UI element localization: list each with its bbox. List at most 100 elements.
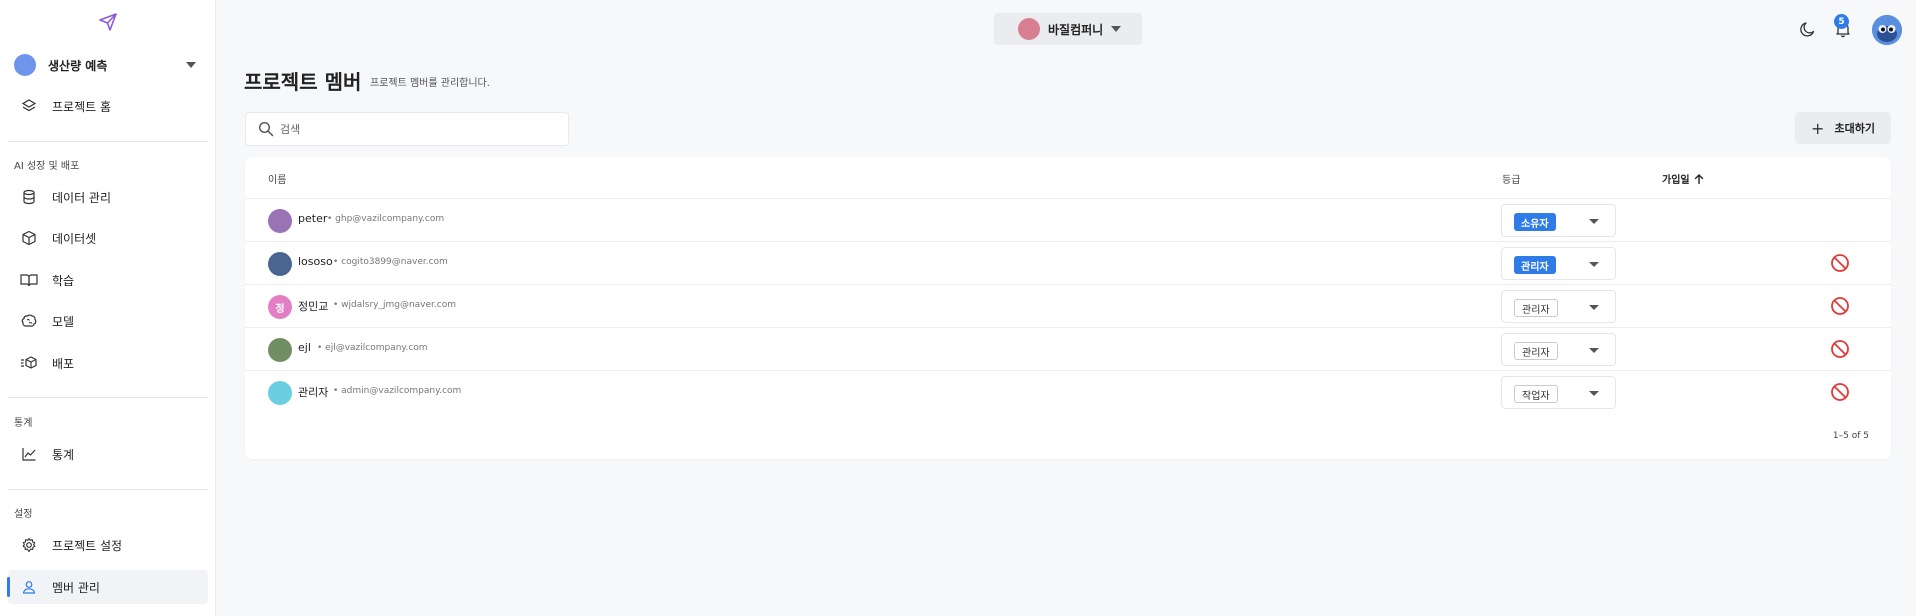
member-email-text: wjdalsry_jmg@naver.com <box>341 300 456 310</box>
company-name: 바질컴퍼니 <box>1048 22 1104 37</box>
active-indicator <box>7 577 10 597</box>
table-row: 관리자 • admin@vazilcompany.com 작업자 <box>245 370 1891 413</box>
member-avatar <box>268 381 292 405</box>
arrow-up-icon <box>1694 173 1703 184</box>
member-name: lososo <box>298 255 333 268</box>
chevron-down-icon <box>1589 219 1599 224</box>
sidebar-item-label: 통계 <box>52 447 75 462</box>
pagination-info: 1–5 of 5 <box>1832 431 1869 441</box>
search-input[interactable] <box>280 122 540 136</box>
database-icon <box>20 188 38 206</box>
role-chip: 소유자 <box>1514 213 1556 231</box>
notification-badge: 5 <box>1834 14 1849 29</box>
member-avatar <box>268 252 292 276</box>
member-email-text: admin@vazilcompany.com <box>341 386 462 396</box>
separator-dot: • <box>327 214 336 224</box>
member-name: peter <box>298 212 328 225</box>
search-box[interactable] <box>245 112 569 146</box>
role-select[interactable]: 작업자 <box>1501 376 1616 409</box>
user-avatar[interactable] <box>1872 15 1902 45</box>
member-email-text: ejl@vazilcompany.com <box>325 343 428 353</box>
chevron-down-icon <box>1589 348 1599 353</box>
sidebar-item-label: 멤버 관리 <box>52 580 100 595</box>
member-email: • cogito3899@naver.com <box>333 257 448 267</box>
table-row: lososo • cogito3899@naver.com 관리자 <box>245 241 1891 284</box>
sidebar-item-project-home[interactable]: 프로젝트 홈 <box>8 89 208 123</box>
member-email: • ejl@vazilcompany.com <box>317 343 428 353</box>
sidebar-item-label: 배포 <box>52 356 75 371</box>
chevron-down-icon <box>1589 262 1599 267</box>
search-icon <box>258 121 274 137</box>
column-header-joined[interactable]: 가입일 <box>1662 171 1705 186</box>
sidebar-item-project-settings[interactable]: 프로젝트 설정 <box>8 528 208 562</box>
block-remove-icon[interactable] <box>1830 296 1850 316</box>
page-title: 프로젝트 멤버 <box>244 70 362 94</box>
role-select[interactable]: 관리자 <box>1501 290 1616 323</box>
member-email-text: ghp@vazilcompany.com <box>335 214 445 224</box>
sidebar-item-label: 모델 <box>52 314 75 329</box>
member-name: ejl <box>298 341 311 354</box>
sidebar-item-label: 데이터 관리 <box>52 190 112 205</box>
separator-dot: • <box>333 386 342 396</box>
sidebar-item-statistics[interactable]: 통계 <box>8 437 208 471</box>
members-table: 이름 등급 가입일 peter • ghp@vazilcompany.com 소유자… <box>245 157 1891 459</box>
separator-dot: • <box>317 343 326 353</box>
role-select[interactable]: 관리자 <box>1501 333 1616 366</box>
role-select[interactable]: 소유자 <box>1501 204 1616 237</box>
project-name: 생산량 예측 <box>48 58 108 73</box>
sidebar-divider <box>8 141 208 142</box>
sidebar-item-label: 데이터셋 <box>52 231 97 246</box>
company-selector[interactable]: 바질컴퍼니 <box>994 13 1142 45</box>
member-email: • wjdalsry_jmg@naver.com <box>333 300 456 310</box>
member-email-text: cogito3899@naver.com <box>341 257 448 267</box>
member-avatar: 정 <box>268 295 292 319</box>
separator-dot: • <box>333 257 342 267</box>
sidebar-item-model[interactable]: 모델 <box>8 304 208 338</box>
role-chip: 관리자 <box>1514 342 1558 360</box>
gear-icon <box>20 536 38 554</box>
sidebar-item-deploy[interactable]: 배포 <box>8 346 208 380</box>
block-remove-icon[interactable] <box>1830 339 1850 359</box>
sidebar-item-training[interactable]: 학습 <box>8 263 208 297</box>
moon-icon[interactable] <box>1799 20 1817 38</box>
layers-icon <box>20 97 38 115</box>
user-icon <box>20 578 38 596</box>
sidebar-item-member-management[interactable]: 멤버 관리 <box>7 570 208 604</box>
member-email: • ghp@vazilcompany.com <box>327 214 444 224</box>
cube-icon <box>20 229 38 247</box>
line-chart-icon <box>20 445 38 463</box>
deploy-box-icon <box>20 354 38 372</box>
member-avatar <box>268 209 292 233</box>
plus-icon: + <box>1811 118 1825 138</box>
sidebar-item-data-management[interactable]: 데이터 관리 <box>8 180 208 214</box>
page-subtitle: 프로젝트 멤버를 관리합니다. <box>370 78 490 89</box>
section-label-ai: AI 성장 및 배포 <box>14 161 80 172</box>
chevron-down-icon <box>1111 26 1122 32</box>
block-remove-icon[interactable] <box>1830 382 1850 402</box>
block-remove-icon[interactable] <box>1830 253 1850 273</box>
table-row: peter • ghp@vazilcompany.com 소유자 <box>245 198 1891 241</box>
sidebar-item-dataset[interactable]: 데이터셋 <box>8 221 208 255</box>
table-row: 정 정민교 • wjdalsry_jmg@naver.com 관리자 <box>245 284 1891 327</box>
separator-dot: • <box>333 300 342 310</box>
invite-button-label: 초대하기 <box>1834 122 1875 135</box>
column-header-role: 등급 <box>1502 175 1521 186</box>
sidebar-item-label: 프로젝트 홈 <box>52 99 112 114</box>
sidebar: 생산량 예측 프로젝트 홈 AI 성장 및 배포 데이터 관리 데이터셋 학습 … <box>0 0 216 616</box>
chevron-down-icon <box>186 62 196 68</box>
role-select[interactable]: 관리자 <box>1501 247 1616 280</box>
section-label-stats: 통계 <box>14 418 33 429</box>
sidebar-item-label: 학습 <box>52 273 75 288</box>
paper-plane-logo-icon[interactable] <box>98 12 118 32</box>
invite-button[interactable]: + 초대하기 <box>1795 112 1891 144</box>
member-email: • admin@vazilcompany.com <box>333 386 461 396</box>
sidebar-divider <box>8 397 208 398</box>
column-header-label: 가입일 <box>1662 175 1690 186</box>
project-avatar <box>14 54 36 76</box>
member-avatar <box>268 338 292 362</box>
project-selector[interactable]: 생산량 예측 <box>14 52 196 78</box>
section-label-settings: 설정 <box>14 509 33 520</box>
sidebar-item-label: 프로젝트 설정 <box>52 538 123 553</box>
brain-icon <box>20 312 38 330</box>
table-row: ejl • ejl@vazilcompany.com 관리자 <box>245 327 1891 370</box>
